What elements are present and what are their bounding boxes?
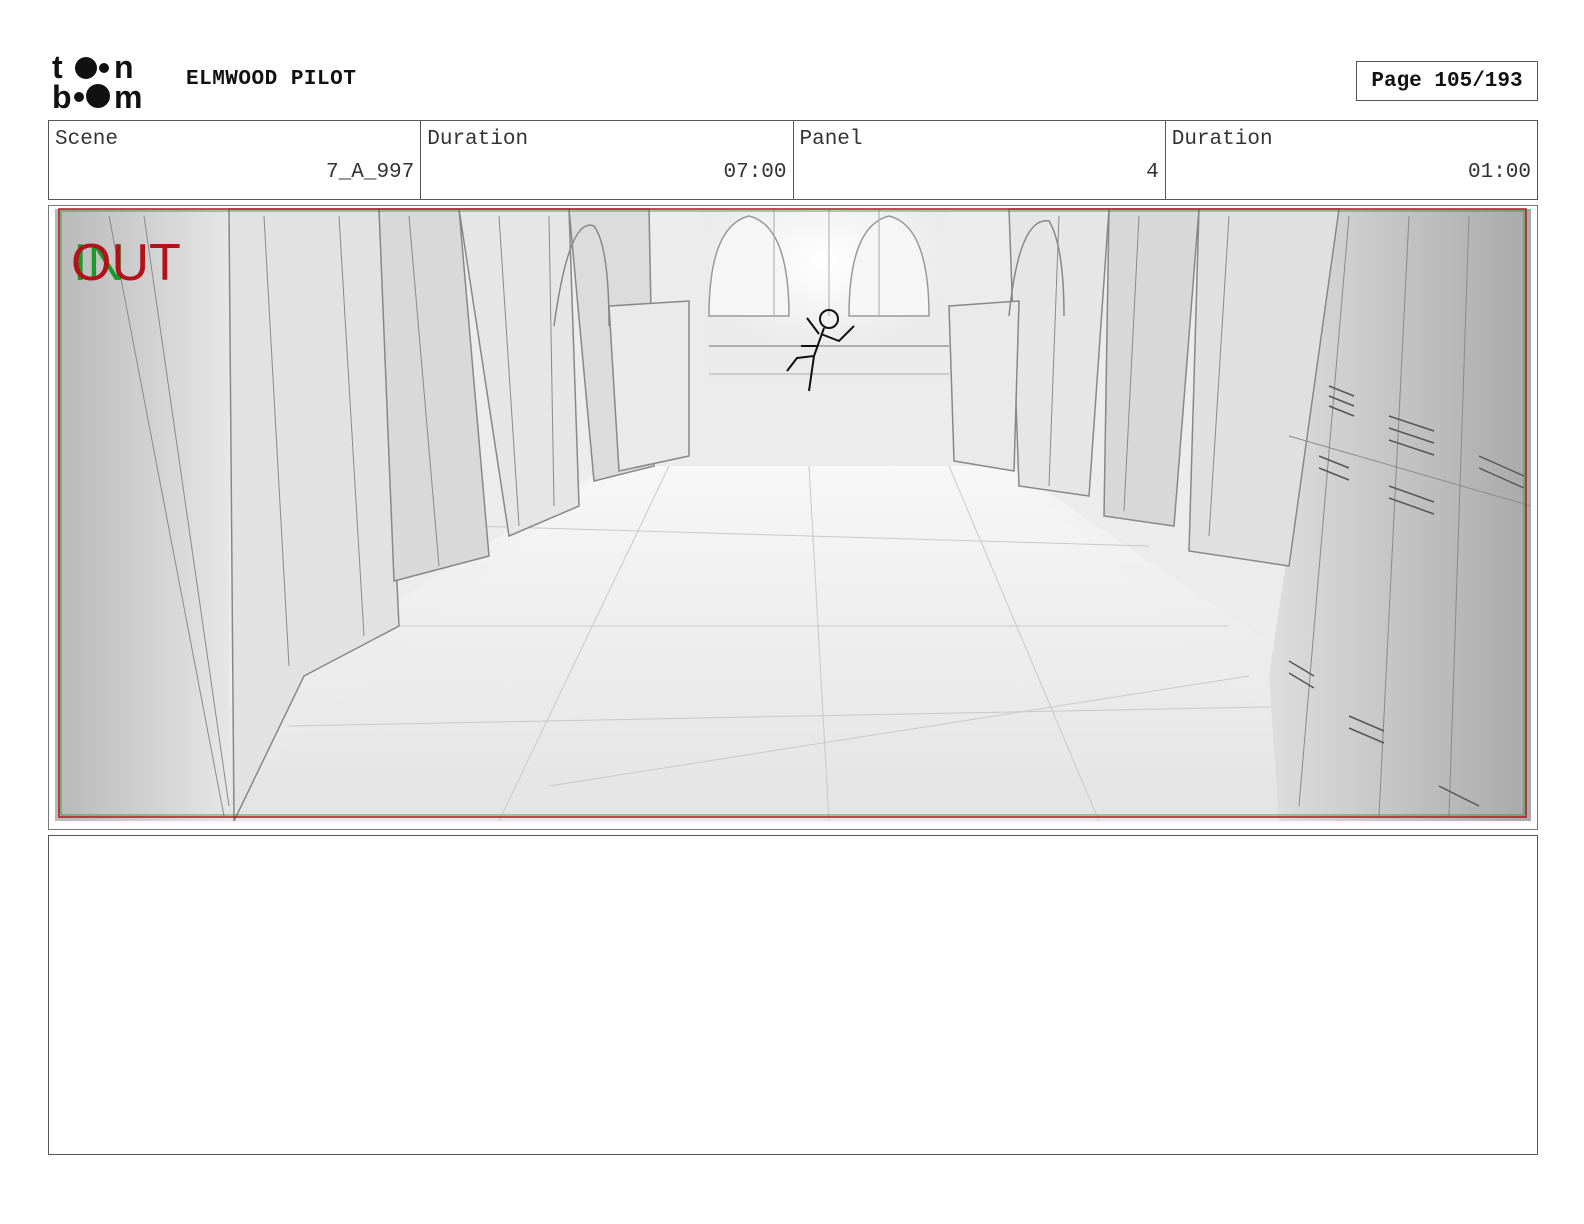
scene-duration-label: Duration [427,128,529,151]
panel-duration-value: 01:00 [1467,161,1531,184]
scene-label: Scene [55,128,119,151]
scene-duration-value: 07:00 [723,161,787,184]
transition-out-label: OUT [71,234,181,292]
page-number: Page 105/193 [1356,61,1538,101]
panel-notes-area[interactable] [48,835,1538,1155]
panel-duration-label: Duration [1171,128,1273,151]
svg-text:b: b [52,79,72,112]
hallway-sketch: IN OUT [55,208,1532,822]
panel-value: 4 [1146,161,1159,184]
project-title: ELMWOOD PILOT [186,68,357,91]
toon-boom-logo: t n b m [52,49,164,115]
scene-info-row: Scene 7_A_997 Duration 07:00 Panel 4 Dur… [48,120,1538,200]
panel-cell: Panel 4 [794,121,1166,199]
panel-duration-cell: Duration 01:00 [1166,121,1537,199]
scene-duration-cell: Duration 07:00 [421,121,794,199]
svg-text:m: m [114,79,142,112]
panel-label: Panel [799,128,863,151]
storyboard-panel: IN OUT [48,205,1538,830]
scene-value: 7_A_997 [326,161,415,184]
scene-cell: Scene 7_A_997 [49,121,422,199]
